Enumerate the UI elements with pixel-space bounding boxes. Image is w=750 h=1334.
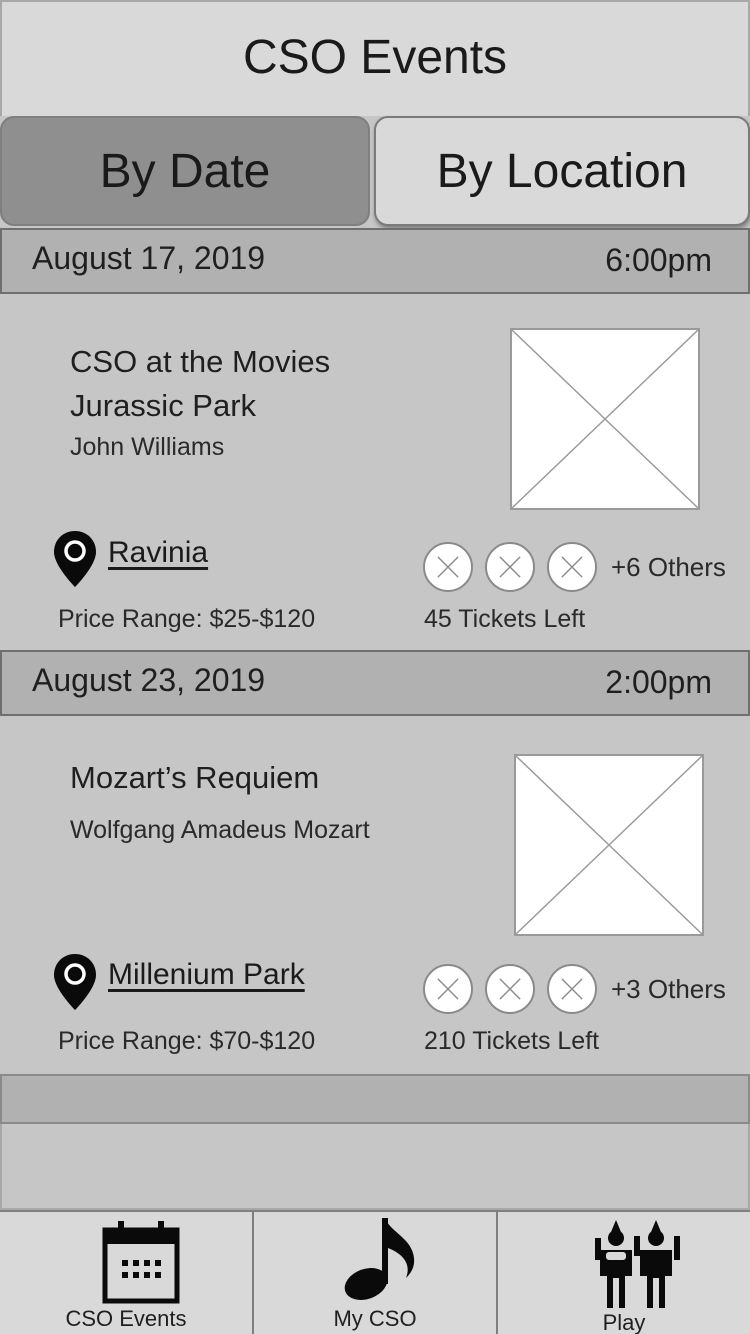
nav-label: CSO Events (65, 1306, 187, 1331)
nav-label: Play (602, 1310, 646, 1334)
bottom-nav: CSO Events My CSO Play (0, 1210, 750, 1334)
event-image-placeholder (514, 754, 704, 936)
attendee-avatar (423, 964, 473, 1014)
image-placeholder-icon (516, 756, 702, 934)
attendee-avatar (423, 542, 473, 592)
image-placeholder-icon (512, 330, 698, 508)
nav-item-cso-events[interactable]: CSO Events (0, 1212, 254, 1334)
calendar-icon (102, 1220, 180, 1304)
tab-by-location-label: By Location (436, 144, 688, 198)
event-date-bar-empty (0, 1074, 750, 1124)
play-figures-icon (594, 1220, 680, 1312)
page-title: CSO Events (242, 31, 508, 84)
event-composer: John Williams (70, 433, 225, 461)
event-image-placeholder (510, 328, 700, 510)
price-range: Price Range: $25-$120 (58, 605, 316, 633)
event-card[interactable]: Mozart’s Requiem Wolfgang Amadeus Mozart… (0, 716, 750, 1074)
nav-item-my-cso[interactable]: My CSO (254, 1212, 498, 1334)
event-subtitle: Jurassic Park (70, 388, 257, 423)
event-date-bar: August 17, 2019 6:00pm (0, 228, 750, 294)
attendee-avatar (485, 964, 535, 1014)
location-link[interactable]: Ravinia (108, 536, 208, 570)
attendee-avatar (547, 964, 597, 1014)
location-link[interactable]: Millenium Park (108, 958, 305, 992)
event-title: CSO at the Movies (70, 344, 331, 379)
nav-label: My CSO (333, 1306, 417, 1331)
price-range: Price Range: $70-$120 (58, 1027, 316, 1055)
event-date: August 17, 2019 (32, 240, 266, 276)
location-pin-icon (52, 529, 98, 589)
nav-item-play[interactable]: Play (498, 1212, 750, 1334)
event-card[interactable]: CSO at the Movies Jurassic Park John Wil… (0, 294, 750, 650)
event-title: Mozart’s Requiem (70, 760, 320, 795)
tab-by-date[interactable]: By Date (0, 116, 370, 226)
attendee-avatar (485, 542, 535, 592)
event-card-empty (0, 1124, 750, 1210)
location-pin-icon (52, 952, 98, 1012)
event-time: 2:00pm (605, 664, 712, 700)
tickets-left: 210 Tickets Left (424, 1027, 600, 1055)
event-date-bar: August 23, 2019 2:00pm (0, 650, 750, 716)
tab-by-location[interactable]: By Location (374, 116, 750, 226)
music-note-icon (340, 1214, 420, 1304)
tab-by-date-label: By Date (99, 144, 271, 198)
attendees-others[interactable]: +3 Others (611, 974, 726, 1005)
event-time: 6:00pm (605, 242, 712, 278)
attendees-others[interactable]: +6 Others (611, 552, 726, 583)
event-date: August 23, 2019 (32, 662, 266, 698)
event-composer: Wolfgang Amadeus Mozart (70, 816, 370, 844)
attendee-avatar (547, 542, 597, 592)
tickets-left: 45 Tickets Left (424, 605, 586, 633)
